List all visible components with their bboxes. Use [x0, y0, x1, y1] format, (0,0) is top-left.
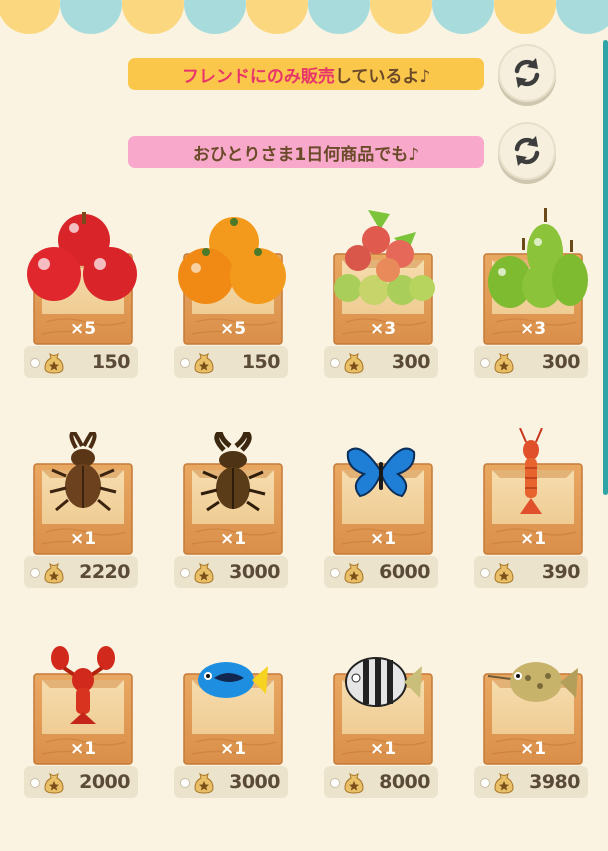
tag-hole [480, 358, 490, 368]
lobster-icon [51, 646, 115, 724]
shop-item-orange[interactable]: ×5 150 [174, 208, 294, 388]
tag-hole [180, 568, 190, 578]
quantity-label: ×5 [220, 319, 246, 339]
quantity-label: ×5 [70, 319, 96, 339]
price-value: 3000 [229, 561, 280, 583]
lychee-icon [334, 210, 435, 305]
striped-fish-icon [345, 657, 422, 707]
refresh-button[interactable] [498, 122, 556, 180]
shop-item-giant-stag-beetle[interactable]: ×1 3000 [174, 418, 294, 598]
bell-bag-icon [492, 772, 516, 794]
tag-hole [480, 568, 490, 578]
price-value: 2000 [79, 771, 130, 793]
price-tag: 6000 [324, 556, 438, 588]
giant-stag-beetle-icon [200, 432, 266, 512]
shop-item-blue-butterfly[interactable]: ×1 6000 [324, 418, 444, 598]
price-tag: 8000 [324, 766, 438, 798]
stag-beetle-icon [49, 432, 117, 512]
tag-hole [180, 358, 190, 368]
price-tag: 3000 [174, 766, 288, 798]
tag-hole [180, 778, 190, 788]
bell-bag-icon [192, 772, 216, 794]
bell-bag-icon [192, 352, 216, 374]
bell-bag-icon [342, 562, 366, 584]
tag-hole [480, 778, 490, 788]
quantity-label: ×3 [520, 319, 546, 339]
orange-icon [178, 217, 286, 304]
pufferfish-icon [488, 662, 578, 702]
price-tag: 3980 [474, 766, 588, 798]
price-value: 3000 [229, 771, 280, 793]
price-value: 6000 [379, 561, 430, 583]
shop-item-stag-beetle[interactable]: ×1 2220 [24, 418, 144, 598]
quantity-label: ×1 [370, 529, 396, 549]
price-tag: 390 [474, 556, 588, 588]
refresh-arrows-icon [514, 58, 540, 88]
tag-hole [330, 358, 340, 368]
shop-item-striped-fish[interactable]: ×1 8000 [324, 628, 444, 808]
price-tag: 2220 [24, 556, 138, 588]
friend-only-banner: フレンドにのみ販売 しているよ♪ [128, 58, 484, 90]
scrollbar[interactable] [603, 40, 608, 495]
price-value: 2220 [79, 561, 130, 583]
quantity-label: ×3 [370, 319, 396, 339]
refresh-button[interactable] [498, 44, 556, 102]
price-tag: 150 [174, 346, 288, 378]
quantity-label: ×1 [70, 529, 96, 549]
price-tag: 3000 [174, 556, 288, 588]
bell-bag-icon [42, 562, 66, 584]
banner-text: しているよ♪ [334, 66, 431, 87]
bell-bag-icon [42, 772, 66, 794]
apple-icon [27, 212, 137, 301]
bell-bag-icon [492, 352, 516, 374]
quantity-label: ×1 [520, 739, 546, 759]
price-value: 150 [91, 351, 131, 373]
shop-item-apple[interactable]: ×5 150 [24, 208, 144, 388]
bell-bag-icon [192, 562, 216, 584]
price-tag: 300 [474, 346, 588, 378]
tag-hole [30, 358, 40, 368]
bell-bag-icon [42, 352, 66, 374]
bell-bag-icon [342, 352, 366, 374]
tag-hole [330, 568, 340, 578]
price-tag: 150 [24, 346, 138, 378]
quantity-label: ×1 [220, 529, 246, 549]
quantity-label: ×1 [370, 739, 396, 759]
quantity-label: ×1 [70, 739, 96, 759]
tag-hole [30, 778, 40, 788]
blue-butterfly-icon [346, 447, 416, 498]
shrimp-icon [519, 428, 543, 514]
price-value: 3980 [529, 771, 580, 793]
bell-bag-icon [342, 772, 366, 794]
shop-item-shrimp[interactable]: ×1 390 [474, 418, 594, 598]
price-value: 390 [541, 561, 581, 583]
tag-hole [330, 778, 340, 788]
price-tag: 2000 [24, 766, 138, 798]
shop-item-lychee[interactable]: ×3 300 [324, 208, 444, 388]
price-value: 300 [391, 351, 431, 373]
price-value: 150 [241, 351, 281, 373]
banner-text: おひとりさま1日何商品でも♪ [192, 144, 420, 165]
pear-icon [488, 208, 588, 308]
refresh-arrows-icon [514, 136, 540, 166]
blue-tang-fish-icon [198, 662, 268, 698]
shop-item-blue-tang-fish[interactable]: ×1 3000 [174, 628, 294, 808]
bell-bag-icon [492, 562, 516, 584]
price-value: 8000 [379, 771, 430, 793]
per-person-banner: おひとりさま1日何商品でも♪ [128, 136, 484, 168]
shop-item-pear[interactable]: ×3 300 [474, 208, 594, 388]
shop-item-pufferfish[interactable]: ×1 3980 [474, 628, 594, 808]
banner-highlight-text: フレンドにのみ販売 [181, 66, 335, 87]
quantity-label: ×1 [220, 739, 246, 759]
price-value: 300 [541, 351, 581, 373]
price-tag: 300 [324, 346, 438, 378]
tag-hole [30, 568, 40, 578]
quantity-label: ×1 [520, 529, 546, 549]
shop-item-lobster[interactable]: ×1 2000 [24, 628, 144, 808]
scalloped-border [0, 0, 608, 34]
